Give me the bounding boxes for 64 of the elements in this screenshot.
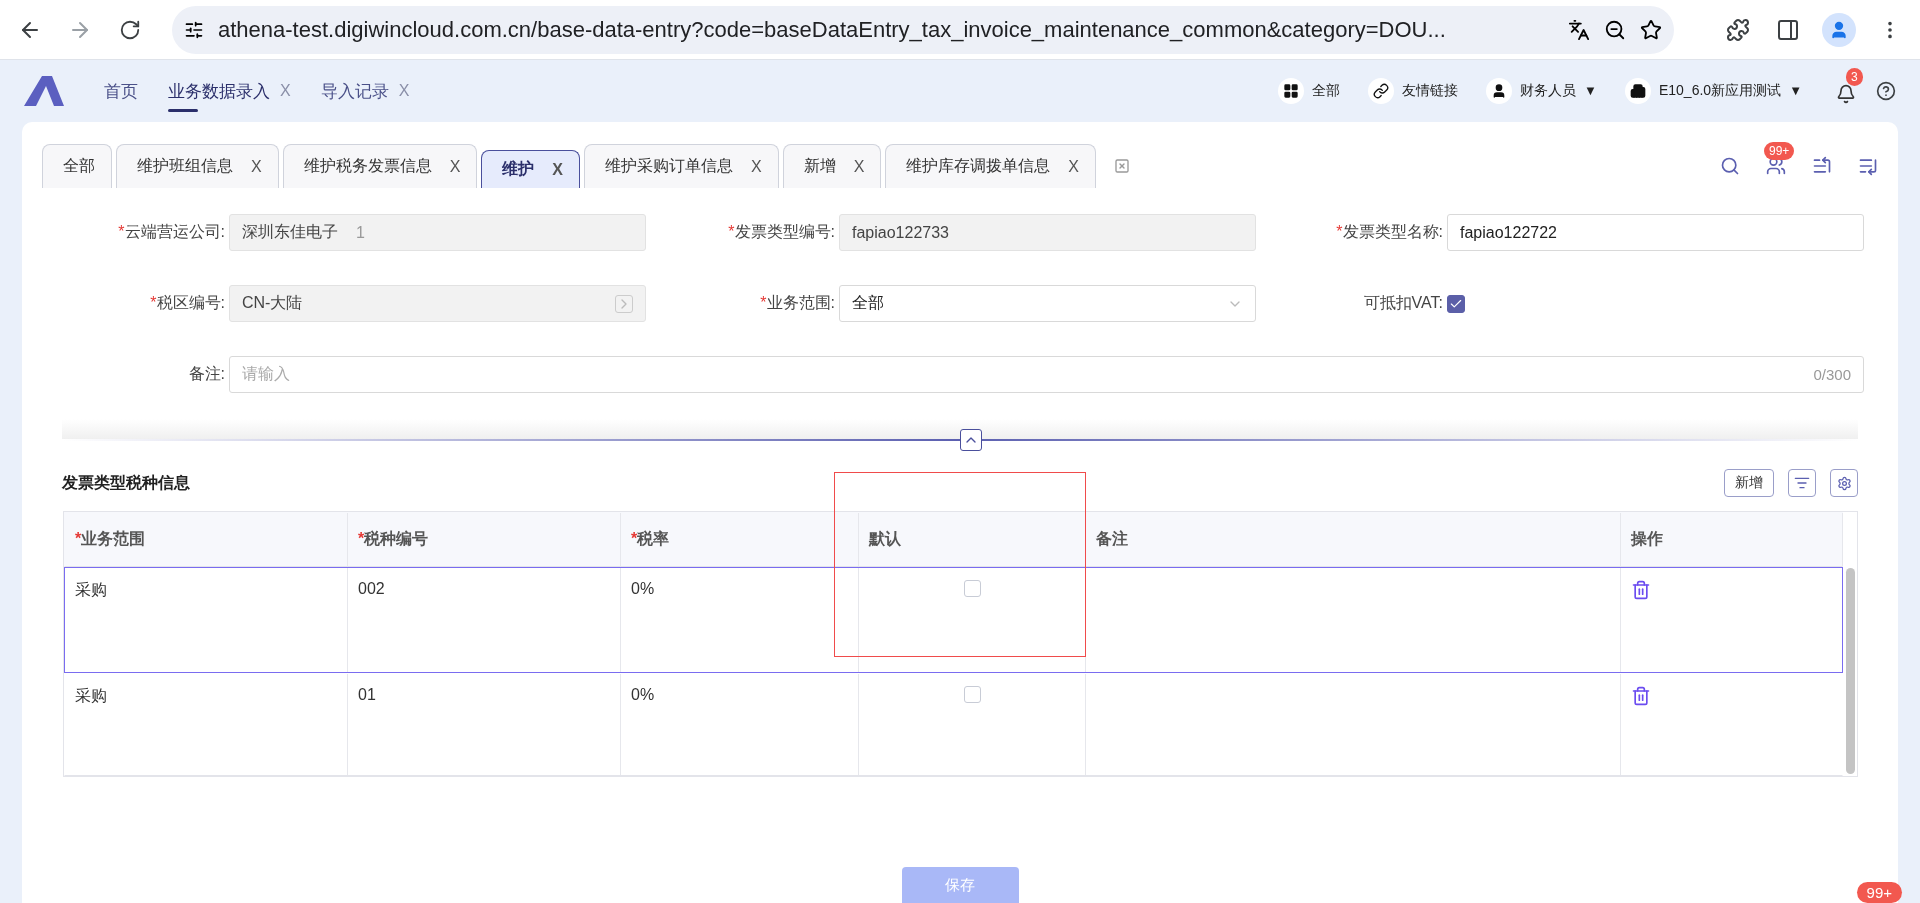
page-tab[interactable]: 维护 X bbox=[481, 150, 580, 188]
grid-icon[interactable] bbox=[1278, 78, 1305, 104]
page-tab[interactable]: 维护班组信息 X bbox=[116, 144, 279, 188]
site-info-icon[interactable] bbox=[184, 19, 204, 40]
translate-icon[interactable] bbox=[1568, 18, 1590, 41]
header-menu[interactable]: E10_6.0新应用测试 ▼ bbox=[1658, 82, 1802, 100]
column-header: 默认 bbox=[869, 529, 901, 549]
logo-icon bbox=[22, 74, 66, 108]
checkbox[interactable] bbox=[1447, 294, 1465, 313]
table-row[interactable]: 采购 01 0% bbox=[64, 673, 1843, 776]
filter-icon[interactable] bbox=[1788, 469, 1816, 497]
field-label: 备注: bbox=[187, 364, 225, 384]
search-icon[interactable] bbox=[1720, 156, 1740, 176]
page-tab[interactable]: 全部 bbox=[42, 144, 112, 188]
nav-tab[interactable]: 业务数据录入 X bbox=[168, 60, 291, 122]
delete-icon[interactable] bbox=[1631, 686, 1651, 706]
header-menu[interactable]: 友情链接 bbox=[1402, 82, 1459, 100]
text-field[interactable]: fapiao122722 bbox=[1447, 214, 1864, 251]
header-menu[interactable]: 财务人员 ▼ bbox=[1520, 82, 1597, 100]
field-label: *税区编号: bbox=[149, 293, 225, 313]
column-header: 操作 bbox=[1631, 529, 1663, 549]
header-menu[interactable]: 全部 bbox=[1312, 82, 1341, 100]
link-icon[interactable] bbox=[1368, 78, 1395, 104]
count-badge: 3 bbox=[1846, 68, 1863, 86]
profile-icon[interactable] bbox=[1822, 12, 1856, 47]
field-label: *发票类型编号: bbox=[727, 222, 835, 242]
table-cell: 0% bbox=[631, 580, 655, 598]
add-button[interactable]: 新增 bbox=[1724, 469, 1774, 497]
page-tab[interactable]: 维护采购订单信息 X bbox=[584, 144, 779, 188]
table-cell: 002 bbox=[358, 580, 385, 598]
notification-icon[interactable] bbox=[1836, 84, 1856, 104]
field-label: *发票类型名称: bbox=[1335, 222, 1443, 242]
section-title: 发票类型税种信息 bbox=[62, 472, 191, 493]
page-tab[interactable]: 维护税务发票信息 X bbox=[282, 144, 478, 188]
zoom-icon[interactable] bbox=[1604, 18, 1626, 41]
table-cell: 0% bbox=[631, 686, 655, 704]
user-icon[interactable] bbox=[1486, 78, 1513, 104]
settings-icon[interactable] bbox=[1830, 469, 1858, 497]
select-field[interactable]: 全部 bbox=[839, 285, 1256, 322]
page-tab[interactable]: 新增 X bbox=[782, 144, 882, 188]
table-cell-text: 采购 bbox=[75, 580, 107, 600]
building-icon[interactable] bbox=[1624, 78, 1651, 104]
delete-icon[interactable] bbox=[1631, 580, 1651, 600]
address-bar[interactable]: athena-test.digiwincloud.com.cn/base-data-entry?code=baseDataEntry_tax_invoice_maintenance_common&category=DOU... bbox=[172, 5, 1674, 54]
nav-tab[interactable]: 首页 bbox=[104, 60, 138, 122]
nav-tab[interactable]: 导入记录 X bbox=[320, 60, 410, 122]
collapse-button[interactable] bbox=[960, 429, 982, 451]
close-all-icon[interactable] bbox=[1114, 158, 1131, 174]
table-cell-text: 采购 bbox=[75, 686, 107, 706]
count-badge: 99+ bbox=[1764, 142, 1795, 160]
list-export-icon[interactable] bbox=[1858, 156, 1878, 176]
page-tab[interactable]: 维护库存调拨单信息 X bbox=[885, 144, 1097, 188]
column-header: *税种编号 bbox=[358, 529, 429, 549]
column-header: *业务范围 bbox=[75, 529, 146, 549]
field-label: 可抵扣VAT: bbox=[1362, 293, 1443, 313]
table-row[interactable]: 采购 002 0% bbox=[64, 567, 1843, 673]
column-header: *税率 bbox=[631, 529, 670, 549]
star-icon[interactable] bbox=[1640, 18, 1662, 41]
list-import-icon[interactable] bbox=[1812, 156, 1832, 176]
scrollbar[interactable] bbox=[1846, 568, 1855, 774]
table-cell: 01 bbox=[358, 686, 376, 704]
field-label: *业务范围: bbox=[759, 293, 835, 313]
column-header: 备注 bbox=[1096, 529, 1128, 549]
field-label: *云端营运公司: bbox=[117, 222, 225, 242]
